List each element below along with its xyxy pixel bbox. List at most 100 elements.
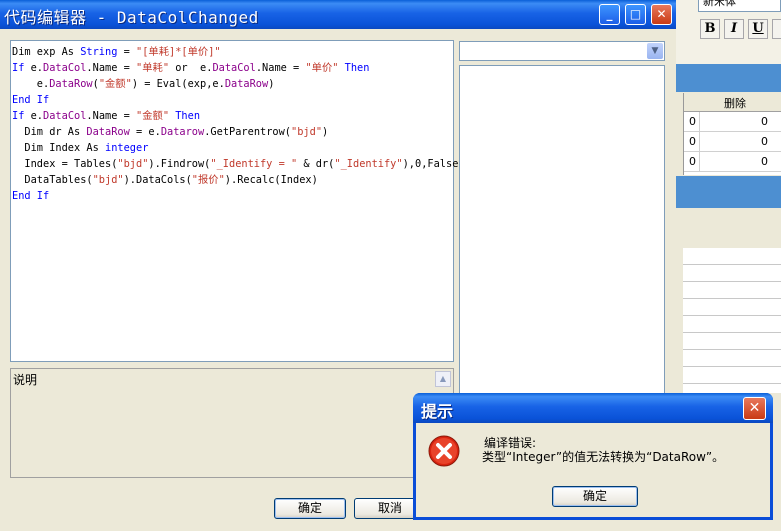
code-token: Dim Index As [12, 142, 105, 154]
table-row[interactable]: 00 [684, 112, 781, 132]
editor-titlebar[interactable]: 代码编辑器 - DataColChanged _ □ ✕ [0, 0, 676, 29]
code-token: String [80, 46, 118, 58]
code-token: "bjd" [291, 126, 323, 138]
code-token: ) [268, 78, 275, 90]
ok-button[interactable]: 确定 [274, 498, 346, 519]
code-token: e. [30, 62, 44, 74]
code-token: = e. [129, 126, 161, 138]
italic-button[interactable]: I [724, 19, 744, 39]
table-row[interactable]: 00 [684, 132, 781, 152]
code-token: & dr( [297, 158, 335, 170]
code-token: "_Identify = " [210, 158, 298, 170]
code-line[interactable]: e.DataRow("金额") = Eval(exp,e.DataRow) [12, 76, 465, 92]
error-dialog: 提示 ✕ 编译错误: 类型“Integer”的值无法转换为“DataRow”。 … [413, 393, 773, 520]
code-token: End If [12, 190, 50, 202]
error-icon [428, 435, 460, 467]
code-line[interactable]: Dim dr As DataRow = e.Datarow.GetParentr… [12, 124, 465, 140]
cell: 0 [689, 115, 696, 128]
member-list[interactable] [459, 65, 665, 395]
cell: 0 [689, 135, 696, 148]
code-token: Dim exp As [12, 46, 81, 58]
code-token: e. [200, 62, 213, 74]
section-band [676, 176, 781, 208]
bold-button[interactable]: B [700, 19, 720, 39]
cell: 0 [689, 155, 696, 168]
code-token: Then [169, 110, 201, 122]
maximize-button[interactable]: □ [625, 4, 646, 25]
description-label: 说明 [13, 373, 38, 387]
code-line[interactable]: End If [12, 188, 465, 204]
code-token: "单耗" [136, 62, 170, 74]
code-line[interactable]: Dim Index As integer [12, 140, 465, 156]
code-token: DataCol [43, 62, 87, 74]
code-token: DataCol [212, 62, 256, 74]
code-token: DataRow [224, 78, 269, 90]
background-panel [676, 208, 781, 248]
code-token: = [117, 46, 137, 58]
code-token: If [12, 110, 31, 122]
code-token: integer [105, 142, 149, 154]
window-title: 代码编辑器 - DataColChanged [4, 8, 259, 27]
code-token: .Name = [255, 62, 306, 74]
code-token: .Name = [86, 62, 137, 74]
code-token: .Name = [86, 110, 137, 122]
code-line[interactable]: DataTables("bjd").DataCols("报价").Recalc(… [12, 172, 465, 188]
code-token: Then [338, 62, 370, 74]
code-token: or [169, 62, 201, 74]
code-token: e. [12, 78, 50, 90]
background-list[interactable] [683, 248, 781, 393]
code-token: DataRow [86, 126, 130, 138]
code-line[interactable]: Index = Tables("bjd").Findrow("_Identify… [12, 156, 465, 172]
code-token: "bjd" [117, 158, 149, 170]
code-token: ) = Eval(exp,e. [131, 78, 225, 90]
scroll-up-icon[interactable]: ▲ [435, 371, 451, 387]
code-token: "金额" [98, 78, 132, 90]
dialog-titlebar[interactable]: 提示 ✕ [413, 393, 773, 423]
code-token: "单价" [305, 62, 339, 74]
code-token: e. [30, 110, 44, 122]
cell: 0 [761, 155, 768, 168]
code-text[interactable]: Dim exp As String = "[单耗]*[单价]" If e.Data… [12, 44, 465, 204]
formatting-toolbar: 新宋体 B I U [676, 0, 781, 65]
event-select[interactable]: ▼ [459, 41, 665, 61]
code-token: ).Recalc(Index) [224, 174, 318, 186]
dialog-body: 编译错误: 类型“Integer”的值无法转换为“DataRow”。 确定 [416, 423, 770, 517]
code-token: "金额" [136, 110, 170, 122]
description-box[interactable]: 说明 ▲ [10, 368, 454, 478]
code-token: ) [322, 126, 329, 138]
underline-button[interactable]: U [748, 19, 768, 39]
dialog-close-button[interactable]: ✕ [743, 397, 766, 420]
chevron-down-icon[interactable]: ▼ [647, 43, 663, 59]
code-token: "报价" [191, 174, 225, 186]
code-line[interactable]: If e.DataCol.Name = "单耗" or e.DataCol.Na… [12, 60, 465, 76]
minimize-button[interactable]: _ [599, 4, 620, 25]
code-token: ).Findrow( [148, 158, 211, 170]
close-button[interactable]: ✕ [651, 4, 672, 25]
code-token: .GetParentrow( [204, 126, 292, 138]
code-token: DataRow [49, 78, 93, 90]
code-token: "_Identify" [334, 158, 403, 170]
code-token: ).DataCols( [123, 174, 192, 186]
code-line[interactable]: If e.DataCol.Name = "金额" Then [12, 108, 465, 124]
header-band [676, 64, 781, 92]
code-token: Index = Tables( [12, 158, 118, 170]
font-name-combo[interactable]: 新宋体 [698, 0, 781, 12]
code-line[interactable]: End If [12, 92, 465, 108]
cell: 0 [761, 135, 768, 148]
code-token: DataTables( [12, 174, 93, 186]
dialog-ok-button[interactable]: 确定 [552, 486, 638, 507]
code-editor[interactable]: Dim exp As String = "[单耗]*[单价]" If e.Data… [10, 40, 465, 362]
code-token: ),0,False) [402, 158, 465, 170]
data-grid[interactable]: 删除 00 00 00 [683, 93, 781, 175]
grid-column-header[interactable]: 删除 [684, 93, 781, 112]
code-token: "[单耗]*[单价]" [136, 46, 221, 58]
code-token: "bjd" [92, 174, 124, 186]
column-header-delete: 删除 [724, 97, 746, 110]
code-token: Dim dr As [12, 126, 87, 138]
toolbar-button-partial[interactable] [772, 19, 781, 39]
error-message-detail: 类型“Integer”的值无法转换为“DataRow”。 [482, 450, 725, 464]
code-line[interactable]: Dim exp As String = "[单耗]*[单价]" [12, 44, 465, 60]
table-row[interactable]: 00 [684, 152, 781, 172]
code-token: End If [12, 94, 50, 106]
code-token: Datarow [160, 126, 205, 138]
